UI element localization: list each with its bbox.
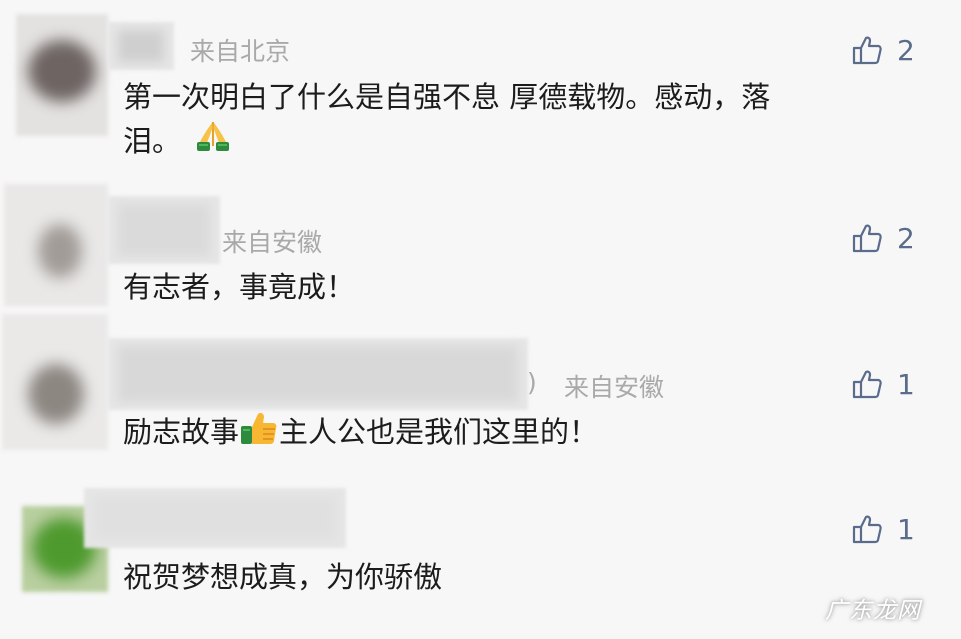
comment-text-fragment: 主人公也是我们这里的！ <box>279 415 599 449</box>
thumbs-up-emoji <box>239 410 279 458</box>
like-button[interactable]: 1 <box>851 511 915 547</box>
comment-text-fragment: 泪。 <box>123 124 182 158</box>
like-count: 2 <box>897 33 915 67</box>
like-button[interactable]: 1 <box>851 366 915 402</box>
location-label: 来自北京 <box>190 37 291 66</box>
comment-text-line: 第一次明白了什么是自强不息 厚德载物。感动，落 <box>123 80 771 114</box>
like-button[interactable]: 2 <box>851 32 915 68</box>
comment-text: 祝贺梦想成真，为你骄傲 <box>123 555 883 599</box>
comment-text: 励志故事 主人公也是我们这里的！ <box>123 410 883 458</box>
comment-text: 有志者，事竟成！ <box>123 265 883 309</box>
like-count: 1 <box>897 512 915 546</box>
location-prefix: ) <box>527 368 537 397</box>
location-label: 来自安徽 <box>564 373 665 402</box>
comment-text-line: 励志故事 主人公也是我们这里的！ <box>123 410 883 458</box>
username-blurred[interactable] <box>84 488 346 548</box>
comment-text-line: 泪。 <box>123 119 883 166</box>
like-count: 1 <box>897 367 915 401</box>
comment-text-line: 祝贺梦想成真，为你骄傲 <box>123 560 443 594</box>
like-count: 2 <box>897 221 915 255</box>
username-blurred[interactable] <box>108 196 220 264</box>
comment-text-fragment: 励志故事 <box>123 415 240 449</box>
avatar[interactable] <box>16 14 108 136</box>
thumbs-up-outline-icon <box>852 370 882 399</box>
username-blurred[interactable] <box>108 338 528 410</box>
like-button[interactable]: 2 <box>851 220 915 256</box>
watermark: 广东龙网 <box>825 598 921 624</box>
username-blurred[interactable] <box>108 22 174 70</box>
folded-hands-emoji <box>193 120 233 166</box>
thumbs-up-outline-icon <box>852 36 882 65</box>
comment-text: 第一次明白了什么是自强不息 厚德载物。感动，落 泪。 <box>123 75 883 166</box>
avatar[interactable] <box>2 314 108 450</box>
thumbs-up-outline-icon <box>852 515 882 544</box>
location-label: 来自安徽 <box>222 228 323 257</box>
avatar[interactable] <box>4 184 108 306</box>
comment-text-line: 有志者，事竟成！ <box>123 270 356 304</box>
thumbs-up-outline-icon <box>852 224 882 253</box>
